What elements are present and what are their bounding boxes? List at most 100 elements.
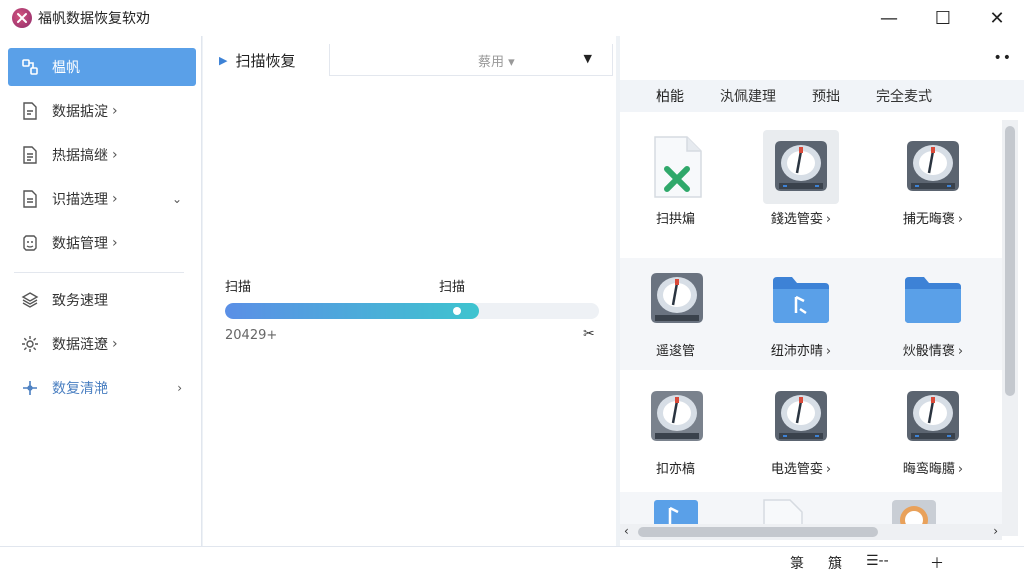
layers-icon bbox=[20, 290, 40, 310]
sidebar-item-data-6[interactable]: 数据涟遼 › bbox=[8, 325, 196, 363]
partial-file-icon bbox=[652, 498, 700, 524]
sidebar-item-label: 数据掂淀 bbox=[52, 104, 108, 120]
tab-1[interactable]: 柏能 bbox=[656, 86, 684, 106]
tile-folder-1[interactable]: 纽沛亦晴 › bbox=[746, 258, 856, 370]
more-options-icon[interactable]: •• bbox=[993, 50, 1012, 66]
tile-spreadsheet[interactable]: 扫拱煸 bbox=[622, 126, 732, 238]
tile-label: 錢选管娈 bbox=[770, 212, 823, 227]
scrollbar-thumb[interactable] bbox=[638, 527, 878, 537]
hard-drive-icon bbox=[639, 380, 715, 454]
gear-icon bbox=[20, 334, 40, 354]
add-icon[interactable]: ＋ bbox=[930, 553, 944, 573]
scan-label-right: 扫描 bbox=[439, 280, 466, 295]
tile-drive-6[interactable]: 晦鸾晦臈 › bbox=[878, 376, 988, 488]
sidebar-item-label: 识描选理 bbox=[52, 192, 108, 208]
close-button[interactable]: ✕ bbox=[970, 0, 1024, 36]
partial-drive-icon bbox=[890, 498, 938, 524]
recovery-panel: •• 柏能 汍佩建理 预拙 完全麦式 扫拱煸 錢选管娈› 捕无晦褒› 遥逡管 bbox=[620, 36, 1024, 546]
tile-label: 晦鸾晦臈 bbox=[902, 462, 955, 477]
hard-drive-icon bbox=[895, 130, 971, 204]
tile-drive-5[interactable]: 电选管娈 › bbox=[746, 376, 856, 488]
scrollbar-thumb[interactable] bbox=[1005, 126, 1015, 396]
app-logo-icon bbox=[12, 8, 32, 28]
tile-folder-2[interactable]: 炏骰情褒 › bbox=[878, 258, 988, 370]
chevron-right-icon: › bbox=[177, 381, 182, 395]
document-icon bbox=[20, 189, 40, 209]
tab-bar: 柏能 汍佩建理 预拙 完全麦式 bbox=[620, 80, 1024, 112]
tile-label: 电选管娈 bbox=[770, 462, 823, 477]
triangle-right-icon: ▶ bbox=[219, 54, 228, 67]
app-title: 福帆数据恢复软劝 bbox=[38, 11, 150, 27]
hard-drive-icon bbox=[639, 262, 715, 336]
chevron-right-icon: › bbox=[112, 336, 118, 352]
chevron-right-icon: › bbox=[112, 235, 118, 251]
sidebar-item-label: 数复清滟 bbox=[52, 381, 108, 397]
tools-icon[interactable]: ✂ bbox=[583, 326, 595, 342]
plus-icon bbox=[20, 378, 40, 398]
document-icon bbox=[20, 101, 40, 121]
sidebar-item-home[interactable]: 榅帆 bbox=[8, 48, 196, 86]
scan-panel: ▶ 扫描恢复 蔡用 ▾ ▼ 扫描 扫描 20429+ ✂ bbox=[203, 36, 616, 546]
hard-drive-icon bbox=[895, 380, 971, 454]
tab-2[interactable]: 汍佩建理 bbox=[720, 86, 776, 106]
tab-4[interactable]: 完全麦式 bbox=[876, 86, 932, 106]
scroll-left-icon[interactable]: ‹ bbox=[624, 524, 629, 538]
sidebar-item-label: 热据搞继 bbox=[52, 148, 108, 164]
face-icon bbox=[20, 233, 40, 253]
chevron-right-icon: › bbox=[112, 191, 118, 207]
hard-drive-icon bbox=[763, 380, 839, 454]
scan-label-left: 扫描 bbox=[225, 280, 252, 295]
tile-label: 扣亦槁 bbox=[655, 462, 695, 477]
sidebar-item-data-4[interactable]: 数掂管理 › bbox=[8, 224, 196, 262]
sidebar-item-data-7[interactable]: 数复清滟 › bbox=[8, 369, 196, 407]
scan-mode-dropdown[interactable]: 蔡用 ▾ ▼ bbox=[329, 44, 613, 76]
sidebar-item-data-2[interactable]: 热据搞继 › bbox=[8, 136, 196, 174]
sidebar: 榅帆 数据掂淀 › 热据搞继 › 识描选理 › ⌄ 数掂管理 › 致务速理 数据… bbox=[0, 36, 202, 546]
status-button-2[interactable]: 簱 bbox=[828, 553, 842, 573]
link-icon bbox=[20, 57, 40, 77]
chevron-right-icon: › bbox=[112, 147, 118, 163]
status-bar: 箓 簱 ☰-- ＋ bbox=[0, 546, 1024, 576]
status-button-1[interactable]: 箓 bbox=[790, 553, 804, 573]
scan-count: 20429+ bbox=[225, 328, 278, 343]
maximize-button[interactable]: ☐ bbox=[916, 0, 970, 36]
tile-label: 纽沛亦晴 bbox=[770, 344, 823, 359]
folder-icon bbox=[895, 262, 971, 336]
hard-drive-icon bbox=[763, 130, 839, 204]
scan-progress-bar bbox=[225, 303, 599, 319]
tile-drive-2[interactable]: 捕无晦褒 › bbox=[878, 126, 988, 238]
tile-drive-4[interactable]: 扣亦槁 bbox=[622, 376, 732, 488]
tile-drive-3[interactable]: 遥逡管 bbox=[622, 258, 732, 370]
horizontal-scrollbar[interactable]: ‹ › bbox=[620, 524, 1002, 540]
minimize-button[interactable]: — bbox=[862, 0, 916, 36]
vertical-scrollbar[interactable] bbox=[1002, 120, 1018, 536]
folder-icon bbox=[763, 262, 839, 336]
title-bar: 福帆数据恢复软劝 — ☐ ✕ bbox=[0, 0, 1024, 36]
scan-progress-fill bbox=[225, 303, 480, 319]
menu-icon[interactable]: ☰-- bbox=[866, 553, 889, 569]
tile-label: 炏骰情褒 bbox=[902, 344, 955, 359]
tile-label: 捕无晦褒 bbox=[902, 212, 955, 227]
scan-panel-title: 扫描恢复 bbox=[235, 52, 296, 70]
sidebar-item-data-5[interactable]: 致务速理 bbox=[8, 281, 196, 319]
partial-document-icon bbox=[758, 498, 806, 524]
sidebar-item-label: 数掂管理 bbox=[52, 236, 108, 252]
sidebar-item-label: 致务速理 bbox=[52, 293, 108, 309]
document-list-icon bbox=[20, 145, 40, 165]
tile-label: 扫拱煸 bbox=[655, 212, 695, 227]
progress-knob bbox=[453, 307, 462, 315]
scroll-right-icon[interactable]: › bbox=[993, 524, 998, 538]
scan-panel-header: ▶ 扫描恢复 bbox=[219, 50, 295, 71]
sidebar-item-data-1[interactable]: 数据掂淀 › bbox=[8, 92, 196, 130]
tile-drive-1[interactable]: 錢选管娈 › bbox=[746, 126, 856, 238]
sidebar-item-data-3[interactable]: 识描选理 › ⌄ bbox=[8, 180, 196, 218]
sidebar-item-label: 数据涟遼 bbox=[52, 337, 108, 353]
dropdown-label: 蔡用 bbox=[478, 55, 505, 70]
tab-3[interactable]: 预拙 bbox=[812, 86, 840, 106]
spreadsheet-file-icon bbox=[639, 130, 715, 204]
sidebar-item-label: 榅帆 bbox=[52, 60, 80, 76]
sidebar-divider bbox=[14, 272, 184, 273]
chevron-right-icon: › bbox=[112, 103, 118, 119]
chevron-down-icon: ▼ bbox=[583, 52, 592, 65]
tile-label: 遥逡管 bbox=[655, 344, 695, 359]
